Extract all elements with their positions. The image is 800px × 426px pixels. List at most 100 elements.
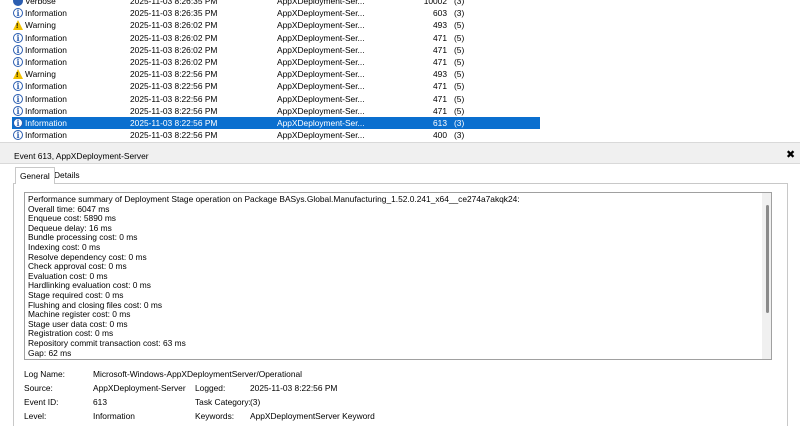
task-category-cell: (3) <box>454 8 465 19</box>
date-cell: 2025-11-03 8:22:56 PM <box>130 81 218 92</box>
date-cell: 2025-11-03 8:22:56 PM <box>130 118 218 128</box>
warning-icon <box>13 19 24 33</box>
source-cell: AppXDeployment-Ser... <box>277 69 365 80</box>
event-id-cell: 493 <box>433 20 447 31</box>
source-cell: AppXDeployment-Ser... <box>277 81 365 92</box>
description-line: Repository commit transaction cost: 63 m… <box>28 337 186 348</box>
event-row[interactable]: Information 2025-11-03 8:22:56 PM AppXDepl… <box>0 80 800 92</box>
task-category-cell: (3) <box>454 0 465 6</box>
event-row[interactable]: Information 2025-11-03 8:26:02 PM AppXDepl… <box>0 56 800 68</box>
source-cell: AppXDeployment-Ser... <box>277 0 365 6</box>
source-cell: AppXDeployment-Ser... <box>277 93 365 104</box>
level-cell: Information <box>25 81 67 92</box>
level-value: Information <box>93 411 135 421</box>
event-row[interactable]: Information 2025-11-03 8:22:56 PM AppXDepl… <box>0 129 800 141</box>
event-row[interactable]: Information 2025-11-03 8:22:56 PM AppXDepl… <box>0 117 800 129</box>
level-cell: Verbose <box>25 0 56 6</box>
date-cell: 2025-11-03 8:26:02 PM <box>130 32 218 43</box>
event-id-cell: 471 <box>433 93 447 104</box>
event-properties: Log Name: Microsoft-Windows-AppXDeployme… <box>24 368 784 424</box>
source-cell: AppXDeployment-Ser... <box>277 57 365 67</box>
source-value: AppXDeployment-Server <box>93 383 186 393</box>
source-cell: AppXDeployment-Ser... <box>277 130 365 141</box>
task-category-cell: (5) <box>454 81 465 92</box>
log-name-value: Microsoft-Windows-AppXDeploymentServer/O… <box>93 369 302 379</box>
event-id-cell: 471 <box>433 32 447 43</box>
description-scrollbar[interactable] <box>762 193 771 359</box>
keywords-value: AppXDeploymentServer Keyword <box>250 411 375 421</box>
detail-tabs: General Details <box>0 164 800 184</box>
event-id-cell: 613 <box>433 118 447 128</box>
source-cell: AppXDeployment-Ser... <box>277 32 365 43</box>
info-icon <box>13 105 24 117</box>
event-id-value: 613 <box>93 397 107 407</box>
event-id-cell: 471 <box>433 44 447 55</box>
task-category-cell: (5) <box>454 32 465 43</box>
date-cell: 2025-11-03 8:22:56 PM <box>130 93 218 104</box>
task-category-cell: (5) <box>454 20 465 31</box>
description-line: Gap: 62 ms <box>28 347 72 358</box>
level-label: Level: <box>24 411 47 421</box>
event-id-cell: 471 <box>433 105 447 116</box>
info-icon <box>13 44 24 56</box>
info-icon <box>13 80 24 92</box>
task-category-cell: (5) <box>454 69 465 80</box>
level-cell: Information <box>25 93 67 104</box>
source-cell: AppXDeployment-Ser... <box>277 20 365 31</box>
event-row[interactable]: Verbose 2025-11-03 8:26:35 PM AppXDeployme… <box>0 0 800 7</box>
event-id-cell: 493 <box>433 69 447 80</box>
event-list[interactable]: Verbose 2025-11-03 8:26:35 PM AppXDeployme… <box>0 0 800 142</box>
logged-value: 2025-11-03 8:22:56 PM <box>250 383 338 393</box>
event-row[interactable]: Information 2025-11-03 8:26:02 PM AppXDepl… <box>0 44 800 56</box>
event-row[interactable]: Information 2025-11-03 8:26:35 PM AppXDepl… <box>0 7 800 19</box>
event-id-cell: 400 <box>433 130 447 141</box>
info-icon <box>13 117 24 129</box>
source-cell: AppXDeployment-Ser... <box>277 8 365 19</box>
level-cell: Information <box>25 44 67 55</box>
source-cell: AppXDeployment-Ser... <box>277 44 365 55</box>
event-row[interactable]: Information 2025-11-03 8:22:56 PM AppXDepl… <box>0 93 800 105</box>
event-row[interactable]: Warning 2025-11-03 8:22:56 PM AppXDeployme… <box>0 68 800 82</box>
source-label: Source: <box>24 383 53 393</box>
event-row[interactable]: Warning 2025-11-03 8:26:02 PM AppXDeployme… <box>0 19 800 33</box>
source-cell: AppXDeployment-Ser... <box>277 105 365 116</box>
tab-general[interactable]: General <box>15 167 55 184</box>
info-icon <box>13 32 24 44</box>
source-cell: AppXDeployment-Ser... <box>277 118 365 128</box>
description-text: Performance summary of Deployment Stage … <box>28 194 520 358</box>
date-cell: 2025-11-03 8:22:56 PM <box>130 130 218 141</box>
level-cell: Information <box>25 105 67 116</box>
event-id-cell: 10002 <box>423 0 447 6</box>
event-id-cell: 603 <box>433 8 447 19</box>
event-description[interactable]: Performance summary of Deployment Stage … <box>24 192 772 360</box>
info-icon <box>13 93 24 105</box>
level-cell: Warning <box>25 20 56 31</box>
level-cell: Information <box>25 8 67 19</box>
level-cell: Information <box>25 118 67 128</box>
close-icon[interactable]: ✖ <box>786 149 795 161</box>
detail-title: Event 613, AppXDeployment-Server <box>14 151 149 161</box>
task-category-cell: (3) <box>454 118 465 128</box>
detail-header: Event 613, AppXDeployment-Server ✖ <box>0 148 800 164</box>
tab-details[interactable]: Details <box>50 167 84 184</box>
event-row[interactable]: Information 2025-11-03 8:22:56 PM AppXDepl… <box>0 105 800 117</box>
info-icon <box>13 56 24 68</box>
date-cell: 2025-11-03 8:22:56 PM <box>130 105 218 116</box>
date-cell: 2025-11-03 8:26:35 PM <box>130 0 218 6</box>
level-cell: Warning <box>25 69 56 80</box>
info-icon <box>13 129 24 141</box>
event-id-cell: 471 <box>433 81 447 92</box>
event-id-cell: 471 <box>433 57 447 67</box>
scrollbar-thumb[interactable] <box>766 205 769 313</box>
keywords-label: Keywords: <box>195 411 235 421</box>
task-category-cell: (5) <box>454 105 465 116</box>
log-name-label: Log Name: <box>24 369 65 379</box>
task-category-cell: (5) <box>454 57 465 67</box>
level-cell: Information <box>25 130 67 141</box>
event-row[interactable]: Information 2025-11-03 8:26:02 PM AppXDepl… <box>0 32 800 44</box>
task-category-label: Task Category: <box>195 397 251 407</box>
date-cell: 2025-11-03 8:26:02 PM <box>130 57 218 67</box>
level-cell: Information <box>25 57 67 67</box>
level-cell: Information <box>25 32 67 43</box>
date-cell: 2025-11-03 8:26:02 PM <box>130 20 218 31</box>
